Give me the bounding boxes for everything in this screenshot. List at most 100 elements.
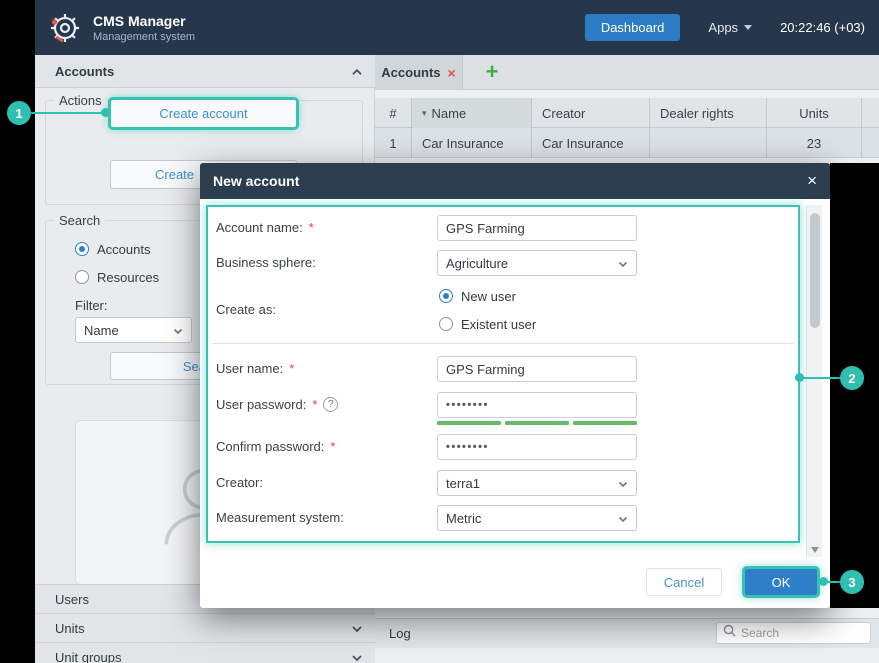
app-titles: CMS Manager Management system <box>93 13 195 43</box>
row-creator: Car Insurance <box>532 128 650 158</box>
measurement-system-value: Metric <box>446 511 618 526</box>
modal-scrollbar[interactable] <box>806 205 822 557</box>
search-icon <box>723 624 736 642</box>
creator-select[interactable]: terra1 <box>437 470 637 496</box>
tab-close-icon[interactable]: × <box>448 65 456 81</box>
row-extra <box>862 128 879 158</box>
screenshot-root: CMS Manager Management system Dashboard … <box>0 0 879 663</box>
log-search-input[interactable] <box>741 626 864 640</box>
create-as-new-user-option[interactable]: New user <box>439 288 516 304</box>
confirm-password-input[interactable] <box>437 434 637 460</box>
col-header-creator[interactable]: Creator <box>532 98 650 128</box>
measurement-system-select[interactable]: Metric <box>437 505 637 531</box>
modal-title: New account <box>213 173 299 189</box>
ok-button[interactable]: OK <box>744 568 818 596</box>
col-header-dealer-rights[interactable]: Dealer rights <box>650 98 767 128</box>
scrollbar-thumb[interactable] <box>810 213 820 328</box>
filter-label: Filter: <box>75 298 108 313</box>
sidebar-section-accounts[interactable]: Accounts <box>35 55 375 88</box>
scrollbar-down-arrow-icon[interactable] <box>811 547 819 553</box>
row-num: 1 <box>375 128 412 158</box>
chevron-up-icon <box>351 64 363 79</box>
business-sphere-label: Business sphere: <box>216 255 316 270</box>
annotation-line-2 <box>803 377 842 379</box>
account-name-label: Account name: * <box>216 220 314 235</box>
radio-existent-user-label: Existent user <box>461 317 536 332</box>
help-icon[interactable]: ? <box>323 397 338 412</box>
apps-label: Apps <box>708 20 738 35</box>
annotation-dot-1 <box>101 108 110 117</box>
password-strength-indicator <box>437 421 637 425</box>
search-group-legend: Search <box>54 213 105 228</box>
radio-new-user-label: New user <box>461 289 516 304</box>
cancel-button[interactable]: Cancel <box>646 568 722 596</box>
dashboard-button[interactable]: Dashboard <box>585 14 681 41</box>
radio-accounts-label: Accounts <box>97 242 150 257</box>
actions-group-legend: Actions <box>54 93 107 108</box>
user-name-label-text: User name: <box>216 361 283 376</box>
caret-down-icon <box>744 25 752 30</box>
modal-form: Account name: * Business sphere: Agricul… <box>206 205 800 543</box>
chevron-down-icon <box>351 650 363 663</box>
radio-resources-label: Resources <box>97 270 159 285</box>
top-header: CMS Manager Management system Dashboard … <box>35 0 879 55</box>
radio-new-user[interactable] <box>439 289 453 303</box>
app-logo-icon <box>45 8 85 48</box>
search-type-accounts-option[interactable]: Accounts <box>75 241 150 257</box>
radio-existent-user[interactable] <box>439 317 453 331</box>
chevron-down-icon <box>618 511 628 526</box>
app-subtitle: Management system <box>93 31 195 43</box>
tab-accounts[interactable]: Accounts × <box>375 55 463 90</box>
radio-resources[interactable] <box>75 270 89 284</box>
log-title: Log <box>389 626 411 641</box>
account-name-input[interactable] <box>437 215 637 241</box>
confirm-password-label: Confirm password: * <box>216 439 335 454</box>
business-sphere-select[interactable]: Agriculture <box>437 250 637 276</box>
row-units: 23 <box>767 128 862 158</box>
log-search-box[interactable] <box>716 622 871 644</box>
close-icon[interactable]: × <box>807 171 817 191</box>
strength-bar <box>505 421 569 425</box>
col-header-num[interactable]: # <box>375 98 412 128</box>
confirm-password-label-text: Confirm password: <box>216 439 324 454</box>
user-name-input[interactable] <box>437 356 637 382</box>
chevron-down-icon <box>173 323 183 338</box>
create-as-existent-user-option[interactable]: Existent user <box>439 316 536 332</box>
create-account-button[interactable]: Create account <box>110 99 297 128</box>
sidebar-item-units-label: Units <box>55 621 85 636</box>
chevron-down-icon <box>618 476 628 491</box>
col-header-extra <box>862 98 879 128</box>
measurement-system-label: Measurement system: <box>216 510 344 525</box>
sidebar-item-units[interactable]: Units <box>35 613 375 642</box>
sidebar-section-accounts-label: Accounts <box>55 64 114 79</box>
filter-select-value: Name <box>84 323 173 338</box>
tab-accounts-label: Accounts <box>381 65 440 80</box>
required-asterisk: * <box>312 397 317 412</box>
annotation-dot-3 <box>819 577 828 586</box>
creator-value: terra1 <box>446 476 618 491</box>
search-type-resources-option[interactable]: Resources <box>75 269 159 285</box>
col-header-units[interactable]: Units <box>767 98 862 128</box>
header-right: Dashboard Apps 20:22:46 (+03) <box>585 14 879 41</box>
account-name-label-text: Account name: <box>216 220 303 235</box>
add-tab-icon[interactable]: + <box>479 59 505 85</box>
user-name-label: User name: * <box>216 361 294 376</box>
strength-bar <box>437 421 501 425</box>
user-password-input[interactable] <box>437 392 637 418</box>
chevron-down-icon <box>618 256 628 271</box>
form-divider <box>212 343 794 344</box>
radio-accounts[interactable] <box>75 242 89 256</box>
creator-label: Creator: <box>216 475 263 490</box>
business-sphere-value: Agriculture <box>446 256 618 271</box>
sort-asc-icon: ▾ <box>422 108 427 119</box>
annotation-step-1: 1 <box>7 101 31 125</box>
user-password-label: User password: * ? <box>216 397 338 412</box>
filter-select[interactable]: Name <box>75 317 192 343</box>
sidebar-item-unit-groups[interactable]: Unit groups <box>35 642 375 663</box>
annotation-dot-2 <box>795 373 804 382</box>
col-header-name[interactable]: ▾ Name <box>412 98 532 128</box>
table-row[interactable]: 1 Car Insurance Car Insurance 23 <box>375 128 879 158</box>
user-password-label-text: User password: <box>216 397 306 412</box>
apps-menu[interactable]: Apps <box>708 20 752 35</box>
annotation-step-3: 3 <box>840 570 864 594</box>
